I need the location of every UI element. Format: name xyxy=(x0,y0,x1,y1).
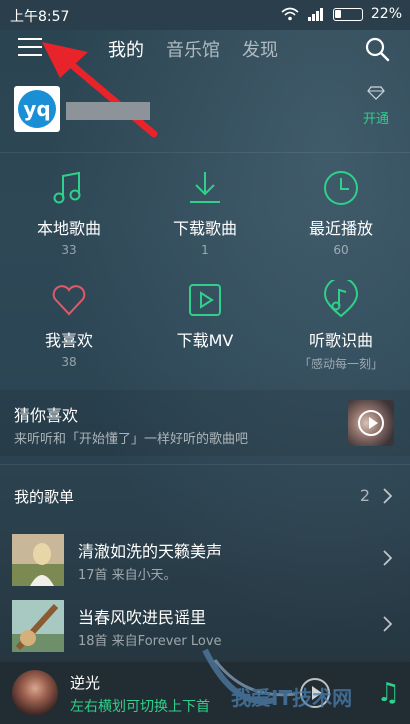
wifi-icon xyxy=(281,7,299,21)
playlist-music-icon[interactable]: ♫ xyxy=(377,678,400,708)
now-playing-title: 逆光 xyxy=(70,674,101,692)
profile-section: yq 开通 xyxy=(0,78,410,148)
guess-you-like-card[interactable]: 猜你喜欢 来听听和「开始懂了」一样好听的歌曲吧 xyxy=(0,390,410,456)
grid-title: 下载MV xyxy=(176,331,234,350)
guess-cover-image[interactable] xyxy=(348,400,394,446)
battery-icon xyxy=(332,7,363,21)
vip-open-label: 开通 xyxy=(362,112,389,127)
signal-icon xyxy=(307,8,323,21)
chevron-right-icon xyxy=(383,488,392,504)
quick-access-grid: 本地歌曲 33 下载歌曲 1 最近播放 60 我喜欢 38 下载MV 听歌识曲 … xyxy=(0,160,410,382)
playlist-meta: 18首 来自Forever Love xyxy=(78,634,222,649)
top-nav: 我的 音乐馆 发现 xyxy=(0,30,410,70)
music-note-icon xyxy=(53,171,81,204)
music-recognition-icon xyxy=(323,277,359,318)
username-redacted xyxy=(66,102,150,120)
grid-downloaded-mv[interactable]: 下载MV xyxy=(137,272,273,382)
grid-recent-plays[interactable]: 最近播放 60 xyxy=(273,160,409,270)
grid-subtitle: 「感动每一刻」 xyxy=(298,357,383,371)
grid-title: 本地歌曲 xyxy=(36,219,101,238)
download-icon xyxy=(190,172,220,203)
menu-icon[interactable] xyxy=(18,38,42,58)
grid-count: 38 xyxy=(61,355,77,369)
battery-percent: 22% xyxy=(370,6,402,22)
grid-music-recognition[interactable]: 听歌识曲 「感动每一刻」 xyxy=(273,272,409,382)
status-right: 22% xyxy=(281,6,402,22)
playlist-cover-image xyxy=(12,534,64,586)
status-time: 上午8:57 xyxy=(10,9,70,25)
grid-count: 60 xyxy=(333,243,349,257)
grid-favorites[interactable]: 我喜欢 38 xyxy=(1,272,137,382)
mini-player[interactable]: 逆光 左右横划可切换上下首 ♫ xyxy=(0,662,410,724)
swipe-hint: 左右横划可切换上下首 xyxy=(70,699,210,715)
grid-title: 下载歌曲 xyxy=(172,219,237,238)
grid-count: 1 xyxy=(201,243,209,257)
my-playlists-title: 我的歌单 xyxy=(14,488,75,506)
playlist-count: 2 xyxy=(359,486,370,505)
search-icon[interactable] xyxy=(364,36,390,62)
play-icon[interactable] xyxy=(358,410,384,436)
vip-open-button[interactable]: 开通 xyxy=(358,86,394,127)
diamond-icon xyxy=(367,86,385,100)
download-mv-icon xyxy=(189,284,221,316)
grid-title: 我喜欢 xyxy=(44,331,93,350)
now-playing-cover[interactable] xyxy=(12,670,58,716)
play-button[interactable] xyxy=(300,678,330,708)
playlist-cover-image xyxy=(12,600,64,652)
app-screen: 上午8:57 22% 我的 音乐馆 发现 yq 开通 本地歌曲 33 下载歌曲 … xyxy=(0,0,410,724)
tab-bar: 我的 音乐馆 发现 xyxy=(108,36,278,62)
tab-mine[interactable]: 我的 xyxy=(108,36,144,62)
grid-title: 听歌识曲 xyxy=(308,331,373,350)
tab-music-hall[interactable]: 音乐馆 xyxy=(166,36,220,62)
grid-local-songs[interactable]: 本地歌曲 33 xyxy=(1,160,137,270)
grid-downloaded-songs[interactable]: 下载歌曲 1 xyxy=(137,160,273,270)
playlist-meta: 17首 来自小天。 xyxy=(78,568,177,583)
my-playlists-header[interactable]: 我的歌单 2 xyxy=(0,472,410,520)
chevron-right-icon xyxy=(383,616,392,632)
divider xyxy=(0,152,410,153)
chevron-right-icon xyxy=(383,550,392,566)
grid-count: 33 xyxy=(61,243,77,257)
divider xyxy=(0,464,410,465)
playlist-title: 清澈如洗的天籁美声 xyxy=(78,542,223,561)
status-bar: 上午8:57 22% xyxy=(0,0,410,30)
avatar-logo: yq xyxy=(18,90,56,128)
guess-title: 猜你喜欢 xyxy=(14,406,79,425)
playlist-item[interactable]: 当春风吹进民谣里 18首 来自Forever Love xyxy=(0,596,410,658)
avatar[interactable]: yq xyxy=(14,86,60,132)
guess-description: 来听听和「开始懂了」一样好听的歌曲吧 xyxy=(14,432,249,447)
heart-icon xyxy=(52,285,86,316)
grid-title: 最近播放 xyxy=(308,219,373,238)
playlist-item[interactable]: 清澈如洗的天籁美声 17首 来自小天。 xyxy=(0,530,410,592)
tab-discover[interactable]: 发现 xyxy=(242,36,278,62)
clock-icon xyxy=(324,171,358,205)
playlist-title: 当春风吹进民谣里 xyxy=(78,608,207,627)
